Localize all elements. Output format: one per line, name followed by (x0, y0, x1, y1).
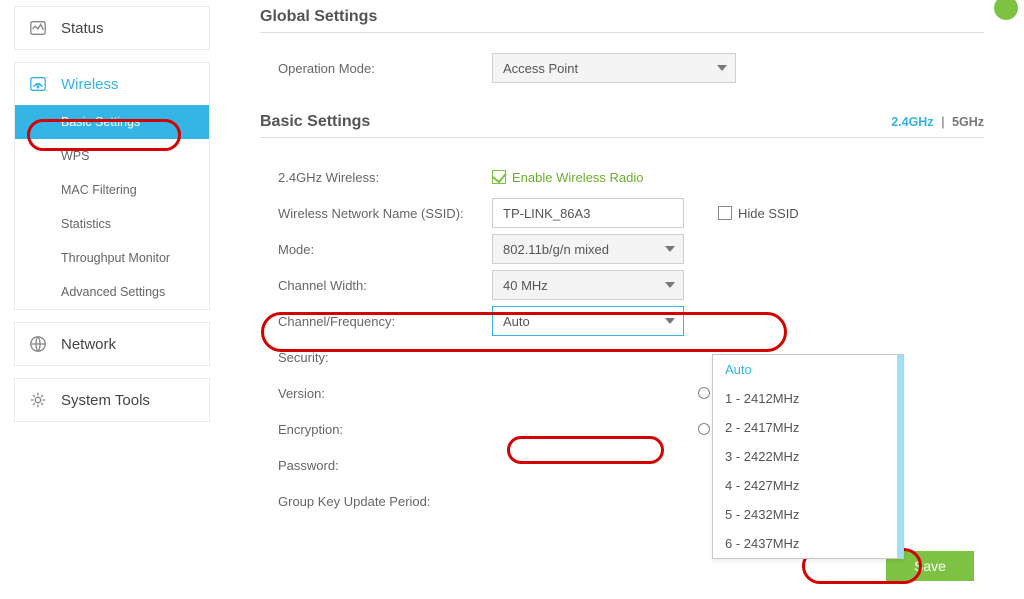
password-label: Password: (260, 458, 492, 473)
basic-settings-title: Basic Settings (260, 113, 370, 131)
channel-option-6[interactable]: 6 - 2437MHz (713, 529, 903, 558)
operation-mode-select[interactable]: Access Point (492, 53, 736, 83)
nav-wireless-header[interactable]: Wireless (15, 63, 209, 105)
subnav-basic-settings[interactable]: Basic Settings (15, 105, 209, 139)
channel-width-select[interactable]: 40 MHz (492, 270, 684, 300)
help-icon[interactable] (994, 0, 1018, 20)
subnav-throughput[interactable]: Throughput Monitor (15, 241, 209, 275)
channel-freq-select[interactable]: Auto (492, 306, 684, 336)
band-separator: | (941, 115, 945, 129)
wireless-submenu: Basic Settings WPS MAC Filtering Statist… (15, 105, 209, 309)
caret-down-icon (717, 65, 727, 71)
band-tab-5ghz[interactable]: 5GHz (952, 115, 984, 129)
caret-down-icon (665, 246, 675, 252)
nav-status[interactable]: Status (14, 6, 210, 50)
checkbox-on-icon (492, 170, 506, 184)
channel-freq-label: Channel/Frequency: (260, 314, 492, 329)
operation-mode-value: Access Point (503, 61, 578, 76)
global-settings-title: Global Settings (260, 4, 984, 33)
channel-freq-dropdown[interactable]: Auto 1 - 2412MHz 2 - 2417MHz 3 - 2422MHz… (712, 354, 904, 559)
mode-value: 802.11b/g/n mixed (503, 242, 609, 257)
channel-width-label: Channel Width: (260, 278, 492, 293)
status-icon (29, 19, 47, 37)
nav-system-tools[interactable]: System Tools (14, 378, 210, 422)
channel-option-3[interactable]: 3 - 2422MHz (713, 442, 903, 471)
wireless-24-label: 2.4GHz Wireless: (260, 170, 492, 185)
sidebar: Status Wireless Basic Settings WPS MAC F… (0, 0, 210, 599)
nav-network[interactable]: Network (14, 322, 210, 366)
network-icon (29, 335, 47, 353)
checkbox-off-icon (718, 206, 732, 220)
nav-wireless: Wireless Basic Settings WPS MAC Filterin… (14, 62, 210, 310)
operation-mode-label: Operation Mode: (260, 61, 492, 76)
hide-ssid-checkbox[interactable]: Hide SSID (718, 206, 799, 221)
channel-option-2[interactable]: 2 - 2417MHz (713, 413, 903, 442)
security-label: Security: (260, 350, 492, 365)
hide-ssid-text: Hide SSID (738, 206, 799, 221)
channel-option-auto[interactable]: Auto (713, 355, 903, 384)
mode-label: Mode: (260, 242, 492, 257)
channel-width-value: 40 MHz (503, 278, 548, 293)
ssid-label: Wireless Network Name (SSID): (260, 206, 492, 221)
subnav-statistics[interactable]: Statistics (15, 207, 209, 241)
caret-down-icon (665, 282, 675, 288)
mode-select[interactable]: 802.11b/g/n mixed (492, 234, 684, 264)
caret-down-icon (665, 318, 675, 324)
radio-icon[interactable] (698, 387, 710, 399)
encryption-label: Encryption: (260, 422, 492, 437)
nav-network-label: Network (61, 336, 116, 353)
enable-wireless-checkbox[interactable]: Enable Wireless Radio (492, 170, 644, 185)
subnav-wps[interactable]: WPS (15, 139, 209, 173)
ssid-input[interactable] (492, 198, 684, 228)
tools-icon (29, 391, 47, 409)
radio-icon[interactable] (698, 423, 710, 435)
channel-option-4[interactable]: 4 - 2427MHz (713, 471, 903, 500)
band-tab-24ghz[interactable]: 2.4GHz (891, 115, 933, 129)
subnav-advanced-settings[interactable]: Advanced Settings (15, 275, 209, 309)
basic-settings-header: Basic Settings 2.4GHz | 5GHz (260, 109, 984, 138)
subnav-mac-filtering[interactable]: MAC Filtering (15, 173, 209, 207)
version-label: Version: (260, 386, 492, 401)
nav-status-label: Status (61, 20, 104, 37)
gkup-label: Group Key Update Period: (260, 494, 492, 509)
wireless-icon (29, 75, 47, 93)
enable-wireless-text: Enable Wireless Radio (512, 170, 644, 185)
channel-freq-value: Auto (503, 314, 530, 329)
channel-option-5[interactable]: 5 - 2432MHz (713, 500, 903, 529)
main-content: Global Settings Operation Mode: Access P… (210, 0, 1024, 599)
nav-wireless-label: Wireless (61, 76, 119, 93)
channel-option-1[interactable]: 1 - 2412MHz (713, 384, 903, 413)
nav-tools-label: System Tools (61, 392, 150, 409)
